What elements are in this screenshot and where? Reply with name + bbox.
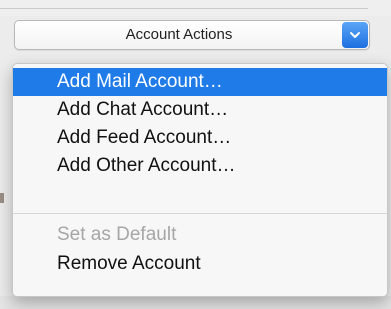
background-fragment [0, 193, 4, 203]
menu-item-set-as-default: Set as Default [57, 224, 177, 245]
menu-item-add-feed-account[interactable]: Add Feed Account… [13, 124, 387, 152]
popup-stepper[interactable] [342, 22, 368, 48]
window-background-bottom [0, 296, 391, 309]
account-actions-menu: Add Mail Account… Add Chat Account… Add … [12, 63, 388, 297]
menu-item-remove-account[interactable]: Remove Account [13, 250, 387, 278]
menu-separator [13, 213, 387, 214]
popup-button-label: Account Actions [125, 26, 233, 43]
window-background-top [0, 0, 391, 16]
chevron-down-icon [350, 32, 360, 38]
account-actions-popup-button[interactable]: Account Actions [14, 20, 370, 50]
menu-item-add-other-account[interactable]: Add Other Account… [13, 152, 387, 180]
menu-item-add-chat-account[interactable]: Add Chat Account… [13, 96, 387, 124]
menu-item-add-mail-account[interactable]: Add Mail Account… [13, 68, 387, 96]
field-edge [0, 2, 368, 9]
